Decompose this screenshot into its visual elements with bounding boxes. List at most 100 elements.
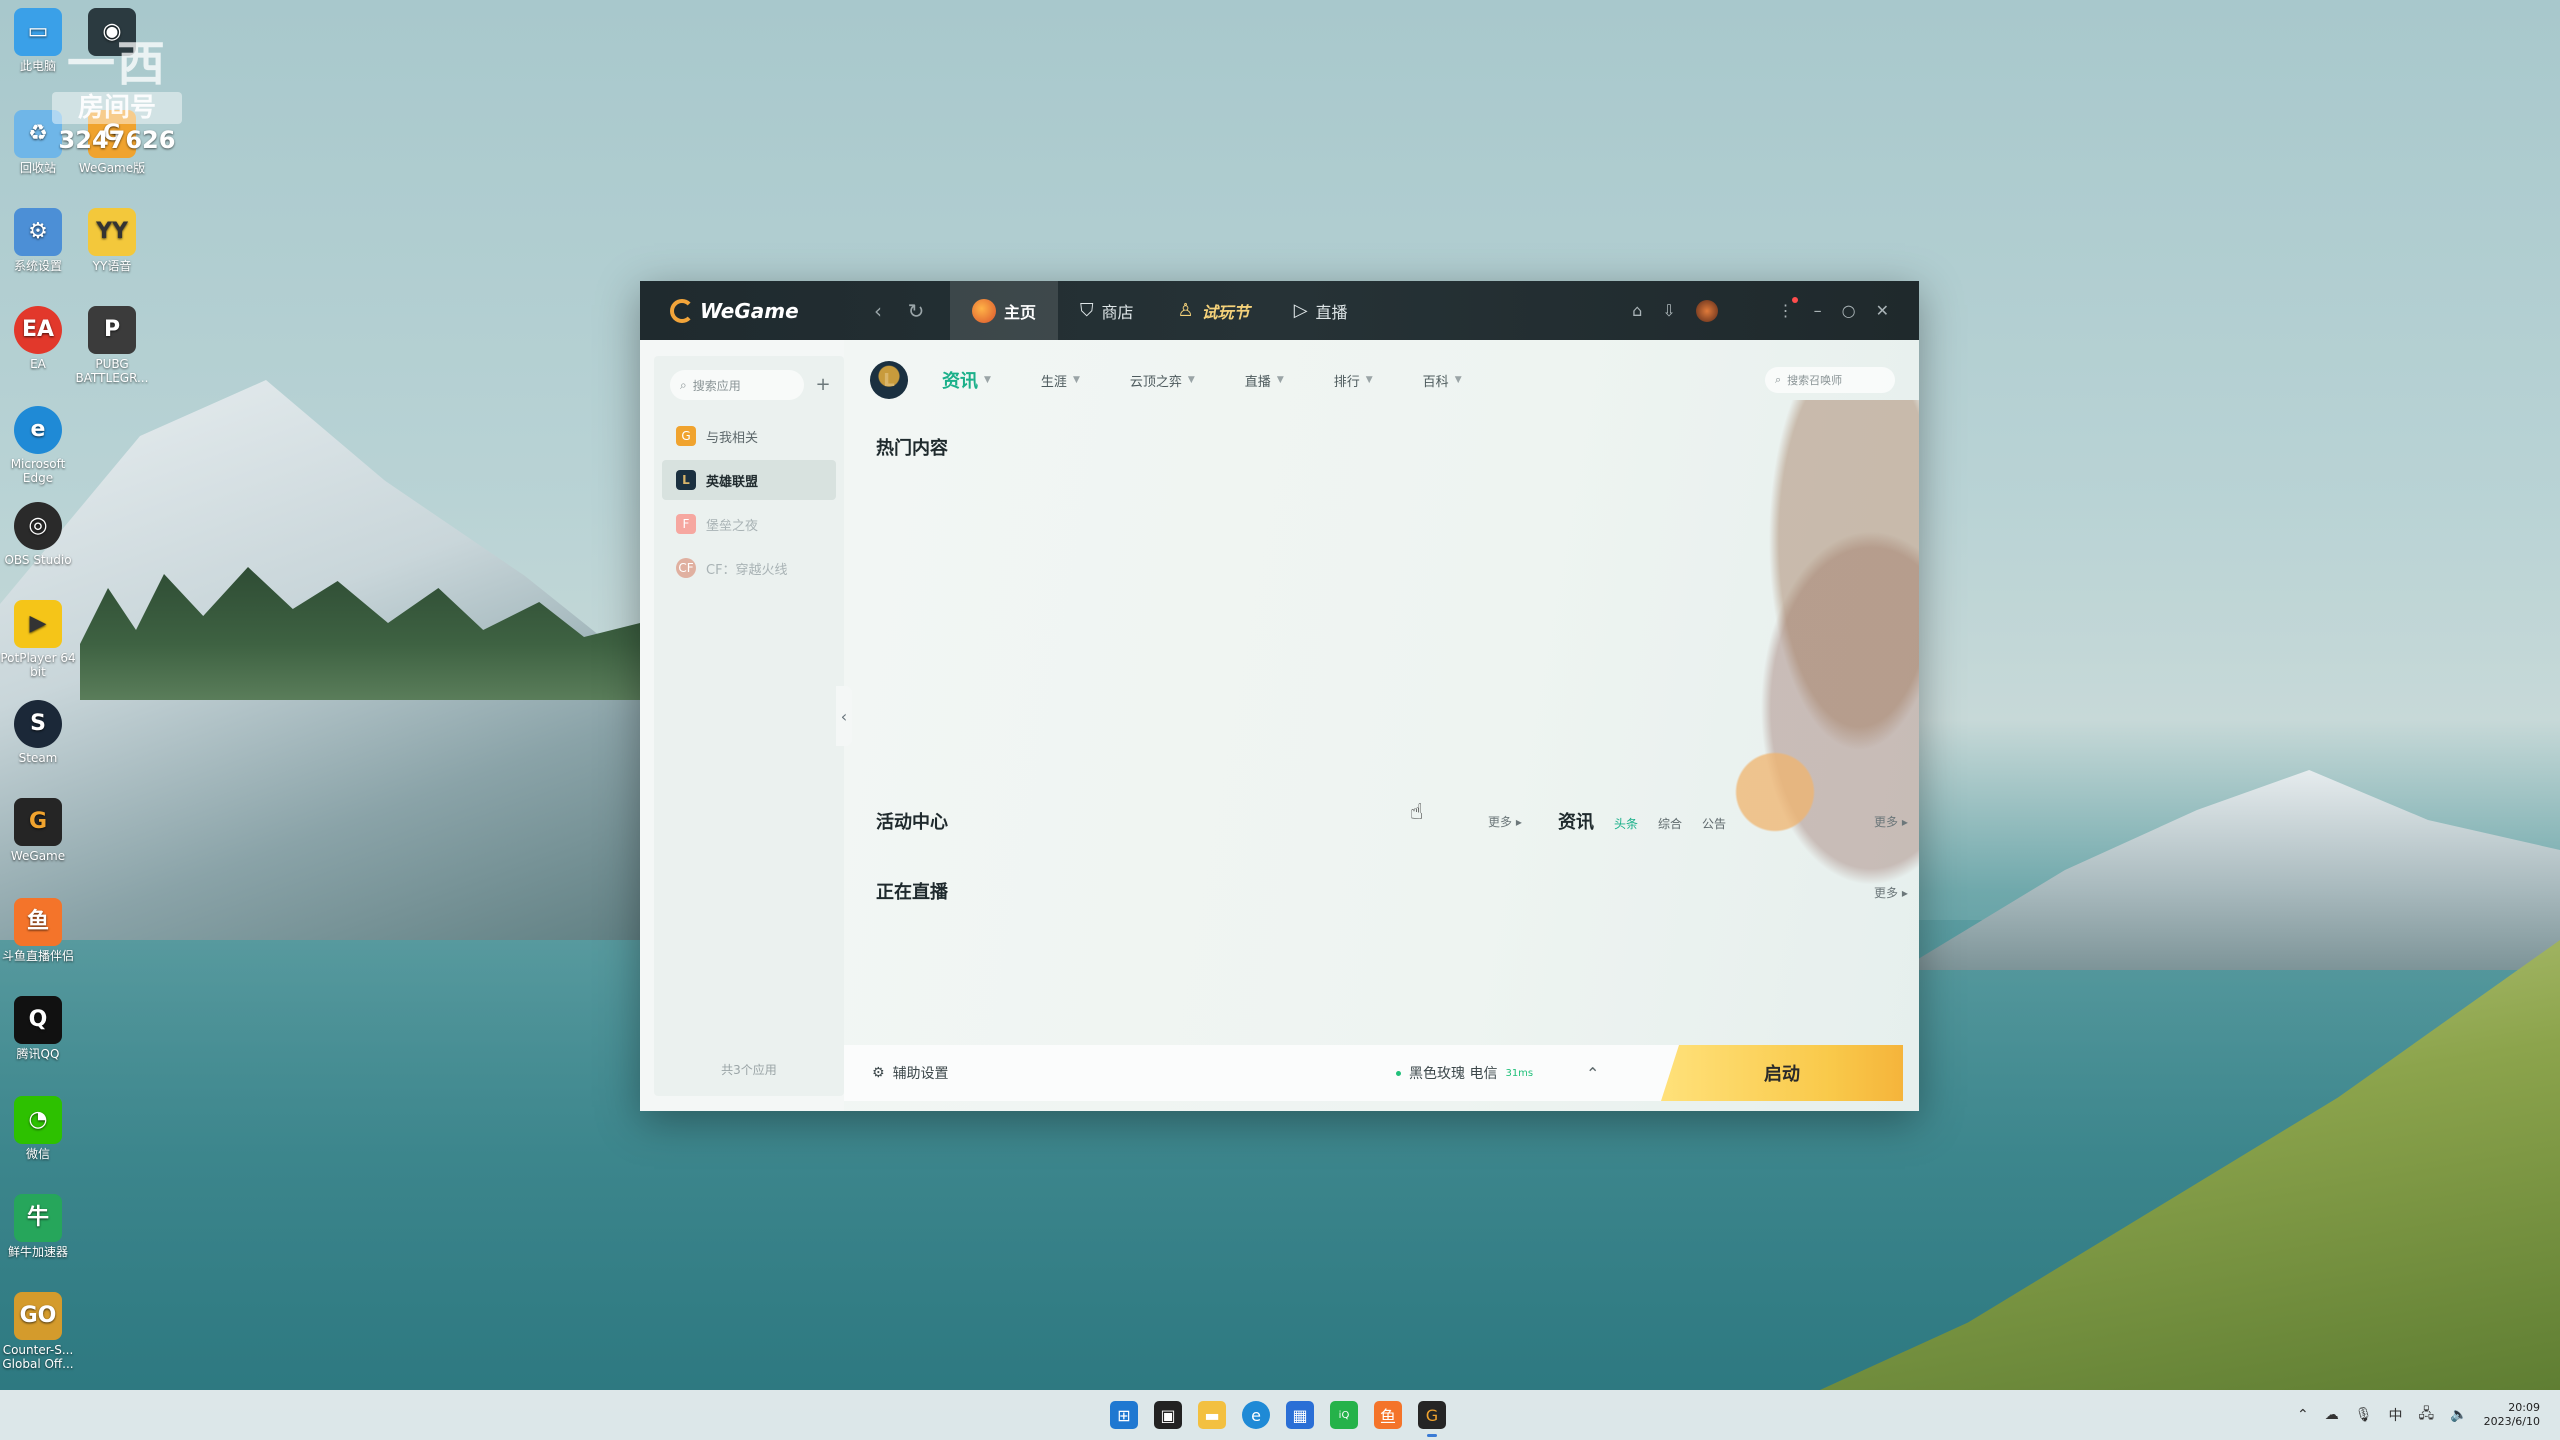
store-icon[interactable]: ▦: [1286, 1401, 1314, 1429]
edge-icon: e: [14, 406, 62, 454]
chevron-down-icon: ▼: [1454, 375, 1462, 385]
settings-icon: ⚙: [14, 208, 62, 256]
sidebar-item-cf[interactable]: CF CF：穿越火线: [662, 548, 836, 588]
assist-settings-button[interactable]: ⚙ 辅助设置: [872, 1063, 949, 1083]
tab-live[interactable]: ▷ 直播: [1272, 281, 1370, 340]
desktop-icon-edge[interactable]: e Microsoft Edge: [0, 406, 76, 485]
add-app-button[interactable]: +: [812, 374, 834, 396]
system-tray: ⌃ ☁ 🎙 中 🖧 🔈 20:09 2023/6/10: [2297, 1401, 2540, 1429]
yy-icon: YY: [88, 208, 136, 256]
desktop-icon-accelerator[interactable]: 牛鲜牛加速器: [0, 1194, 76, 1259]
desktop-icon-wechat[interactable]: ◔ 微信: [0, 1096, 76, 1161]
file-explorer-icon[interactable]: ▬: [1198, 1401, 1226, 1429]
news-more-link[interactable]: 更多 ▸: [1874, 813, 1908, 830]
app-sidebar: ⌕ 搜索应用 + G 与我相关 L 英雄联盟 F 堡垒之夜 CF CF：穿越火线…: [654, 356, 844, 1096]
download-icon[interactable]: ⇩: [1662, 301, 1675, 320]
wegame-brand[interactable]: WeGame: [670, 298, 850, 323]
app-search-input[interactable]: ⌕ 搜索应用: [670, 370, 804, 400]
subtab-tft[interactable]: 云顶之弈 ▼: [1130, 371, 1195, 390]
desktop-icon-pubg[interactable]: P PUBG BATTLEGR...: [74, 306, 150, 385]
minimize-icon[interactable]: –: [1814, 301, 1822, 320]
iqiyi-icon[interactable]: iQ: [1330, 1401, 1358, 1429]
news-tab-headline[interactable]: 头条: [1614, 815, 1638, 832]
gear-icon: ⚙: [872, 1065, 885, 1081]
chevron-down-icon: ▼: [984, 375, 991, 385]
desktop-icon-ea[interactable]: EA EA: [0, 306, 76, 371]
desktop-icon-qq[interactable]: Q 腾讯QQ: [0, 996, 76, 1061]
wegame-logo-icon: [670, 298, 694, 323]
tab-home[interactable]: 主页: [950, 281, 1059, 340]
navigation-controls: ‹ ↻: [866, 299, 928, 323]
live-more-link[interactable]: 更多 ▸: [1874, 884, 1908, 901]
launch-bar: ⚙ 辅助设置 黑色玫瑰 电信 31ms ⌃ 启动: [844, 1045, 1903, 1101]
sidebar-item-related[interactable]: G 与我相关: [662, 416, 836, 456]
wegame-window: WeGame ‹ ↻ 主页 ⛉ 商店 ♙ 试玩节 ▷ 直播 ⌂ ⇩ ⋮ – ○ …: [640, 281, 1919, 1111]
chevron-up-icon[interactable]: ⌃: [1586, 1064, 1599, 1083]
taskbar-apps: ⊞ ▣ ▬ e ▦ iQ 鱼 G: [1110, 1401, 1446, 1437]
search-icon: ⌕: [680, 377, 687, 392]
douyu-icon: 鱼: [14, 898, 62, 946]
news-tab-announcement[interactable]: 公告: [1702, 815, 1726, 832]
activity-more-link[interactable]: 更多 ▸: [1488, 813, 1522, 830]
search-icon: ⌕: [1775, 373, 1782, 386]
stream-watermark: 一西 房间号 3247626: [52, 36, 182, 176]
lol-icon: L: [676, 470, 696, 490]
desktop-icon-settings[interactable]: ⚙ 系统设置: [0, 208, 76, 273]
chevron-down-icon: ▼: [1187, 375, 1195, 385]
microphone-icon[interactable]: 🎙: [2355, 1407, 2373, 1423]
back-arrow-icon[interactable]: ‹: [866, 299, 890, 323]
subtab-wiki[interactable]: 百科 ▼: [1423, 371, 1462, 390]
menu-more-icon[interactable]: ⋮: [1778, 297, 1798, 320]
sidebar-search-row: ⌕ 搜索应用 +: [670, 370, 834, 400]
chevron-up-icon[interactable]: ⌃: [2297, 1407, 2309, 1423]
desktop-icon-yy[interactable]: YY YY语音: [74, 208, 150, 273]
desktop-icon-wegame[interactable]: G WeGame: [0, 798, 76, 863]
ea-icon: EA: [14, 306, 62, 354]
desktop-icon-steam[interactable]: S Steam: [0, 700, 76, 765]
lol-logo-icon[interactable]: L: [870, 361, 908, 399]
wechat-icon: ◔: [14, 1096, 62, 1144]
desktop-icon-douyu[interactable]: 鱼斗鱼直播伴侣: [0, 898, 76, 963]
user-avatar[interactable]: [1695, 299, 1718, 322]
news-tab-general[interactable]: 综合: [1658, 815, 1682, 832]
sidebar-item-fortnite[interactable]: F 堡垒之夜: [662, 504, 836, 544]
subtab-live[interactable]: 直播 ▼: [1245, 371, 1284, 390]
clock[interactable]: 20:09 2023/6/10: [2484, 1401, 2540, 1429]
chevron-down-icon: ▼: [1276, 375, 1284, 385]
subtab-career[interactable]: 生涯 ▼: [1041, 371, 1080, 390]
app-count: 共3个应用: [721, 1063, 777, 1077]
home-icon: [972, 298, 996, 323]
desktop-icon-obs[interactable]: ◎ OBS Studio: [0, 502, 76, 567]
tab-store[interactable]: ⛉ 商店: [1058, 281, 1156, 340]
subtab-ranking[interactable]: 排行 ▼: [1334, 371, 1373, 390]
maximize-icon[interactable]: ○: [1842, 301, 1856, 320]
launch-button[interactable]: 启动: [1661, 1045, 1903, 1101]
sidebar-collapse-button[interactable]: ‹: [836, 686, 852, 746]
summoner-search-input[interactable]: ⌕ 搜索召唤师: [1765, 367, 1895, 393]
cloud-icon[interactable]: ☁: [2325, 1407, 2339, 1423]
wegame-mini-icon: G: [676, 426, 696, 446]
store-bag-icon: ⛉: [1080, 300, 1094, 321]
subtab-news[interactable]: 资讯 ▼: [942, 367, 991, 393]
volume-icon[interactable]: 🔈: [2450, 1407, 2467, 1423]
steam-icon: S: [14, 700, 62, 748]
server-selector[interactable]: 黑色玫瑰 电信 31ms: [1396, 1063, 1533, 1083]
wegame-icon[interactable]: G: [1418, 1401, 1446, 1437]
qq-icon: Q: [14, 996, 62, 1044]
snow-mountain-right: [1900, 770, 2560, 970]
taskview-icon[interactable]: ▣: [1154, 1401, 1182, 1429]
douyu-icon[interactable]: 鱼: [1374, 1401, 1402, 1429]
network-icon[interactable]: 🖧: [2419, 1403, 2435, 1427]
edge-icon[interactable]: e: [1242, 1401, 1270, 1429]
desktop-icon-csgo[interactable]: GO Counter-S... Global Off...: [0, 1292, 76, 1371]
hot-content-title: 热门内容: [876, 438, 948, 459]
windows-start-icon[interactable]: ⊞: [1110, 1401, 1138, 1429]
library-icon[interactable]: ⌂: [1632, 301, 1642, 320]
live-play-icon: ▷: [1293, 300, 1308, 321]
close-icon[interactable]: ✕: [1876, 301, 1889, 320]
sidebar-item-lol[interactable]: L 英雄联盟: [662, 460, 836, 500]
ime-indicator[interactable]: 中: [2389, 1405, 2403, 1425]
refresh-icon[interactable]: ↻: [904, 299, 928, 323]
desktop-icon-potplayer[interactable]: ▶ PotPlayer 64 bit: [0, 600, 76, 679]
tab-event[interactable]: ♙ 试玩节: [1156, 281, 1272, 340]
